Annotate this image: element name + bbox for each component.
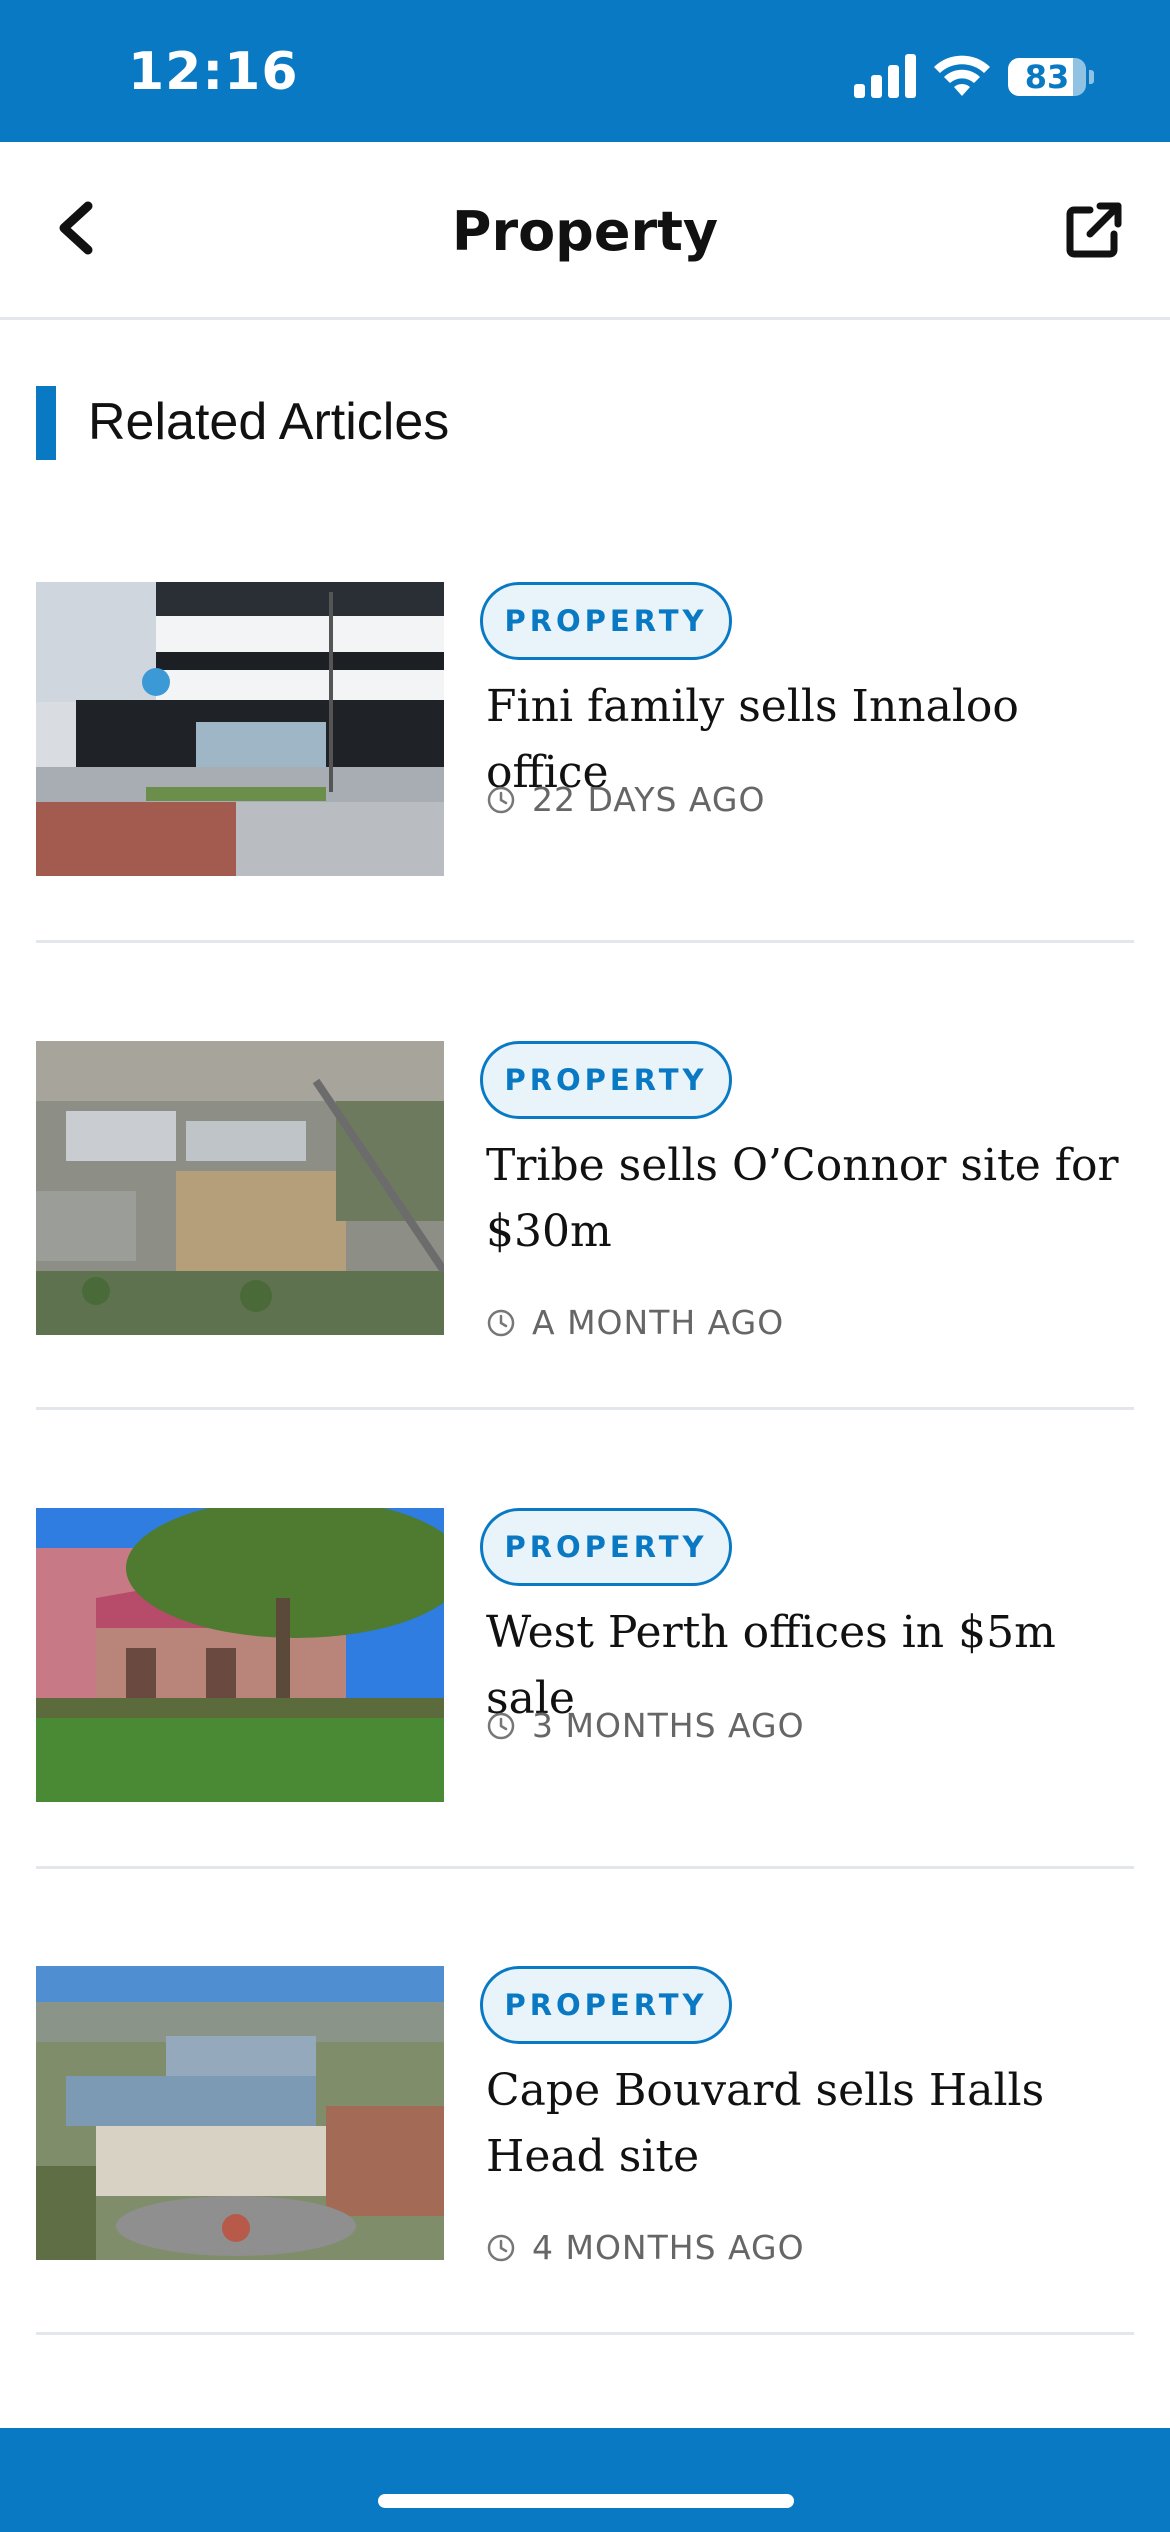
divider — [36, 940, 1134, 943]
battery-icon: 83 — [1008, 54, 1094, 98]
section-accent-bar — [36, 386, 56, 460]
external-link-icon[interactable] — [1064, 200, 1124, 260]
clock-icon — [487, 786, 515, 813]
category-tag[interactable]: PROPERTY — [480, 1966, 732, 2044]
status-bar: 12:16 83 — [0, 0, 1170, 142]
clock-icon — [487, 1712, 515, 1739]
divider — [36, 2332, 1134, 2335]
category-tag[interactable]: PROPERTY — [480, 1508, 732, 1586]
wifi-icon — [934, 55, 990, 96]
navigation-bar: Property — [0, 142, 1170, 320]
status-time: 12:16 — [128, 42, 299, 102]
divider — [36, 1866, 1134, 1869]
divider — [36, 1407, 1134, 1410]
article-card[interactable]: PROPERTY Tribe sells O’Connor site for $… — [36, 1041, 1136, 1342]
article-thumbnail[interactable] — [36, 1041, 444, 1335]
article-timestamp: 3 MONTHS AGO — [486, 1706, 805, 1745]
clock-icon — [487, 1309, 515, 1336]
bottom-bar — [0, 2428, 1170, 2532]
article-thumbnail[interactable] — [36, 582, 444, 876]
time-ago: 22 DAYS AGO — [532, 780, 766, 819]
article-title[interactable]: Tribe sells O’Connor site for $30m — [486, 1133, 1136, 1265]
article-thumbnail[interactable] — [36, 1966, 444, 2260]
article-card[interactable]: PROPERTY West Perth offices in $5m sale … — [36, 1508, 1134, 1808]
clock-icon — [487, 2234, 515, 2261]
time-ago: 4 MONTHS AGO — [532, 2228, 805, 2267]
category-tag[interactable]: PROPERTY — [480, 1041, 732, 1119]
article-timestamp: A MONTH AGO — [486, 1303, 784, 1342]
time-ago: 3 MONTHS AGO — [532, 1706, 805, 1745]
article-timestamp: 22 DAYS AGO — [486, 780, 765, 819]
article-card[interactable]: PROPERTY Fini family sells Innaloo offic… — [36, 582, 1134, 882]
battery-percent: 83 — [1024, 58, 1070, 96]
page-title: Property — [451, 200, 719, 263]
cellular-signal-icon — [854, 54, 916, 98]
time-ago: A MONTH AGO — [532, 1303, 785, 1342]
section-title: Related Articles — [88, 393, 450, 451]
category-tag[interactable]: PROPERTY — [480, 582, 732, 660]
home-indicator[interactable] — [378, 2494, 794, 2508]
article-title[interactable]: Cape Bouvard sells Halls Head site — [486, 2058, 1136, 2190]
article-card[interactable]: PROPERTY Cape Bouvard sells Halls Head s… — [36, 1966, 1136, 2267]
article-thumbnail[interactable] — [36, 1508, 444, 1802]
article-timestamp: 4 MONTHS AGO — [486, 2228, 805, 2267]
